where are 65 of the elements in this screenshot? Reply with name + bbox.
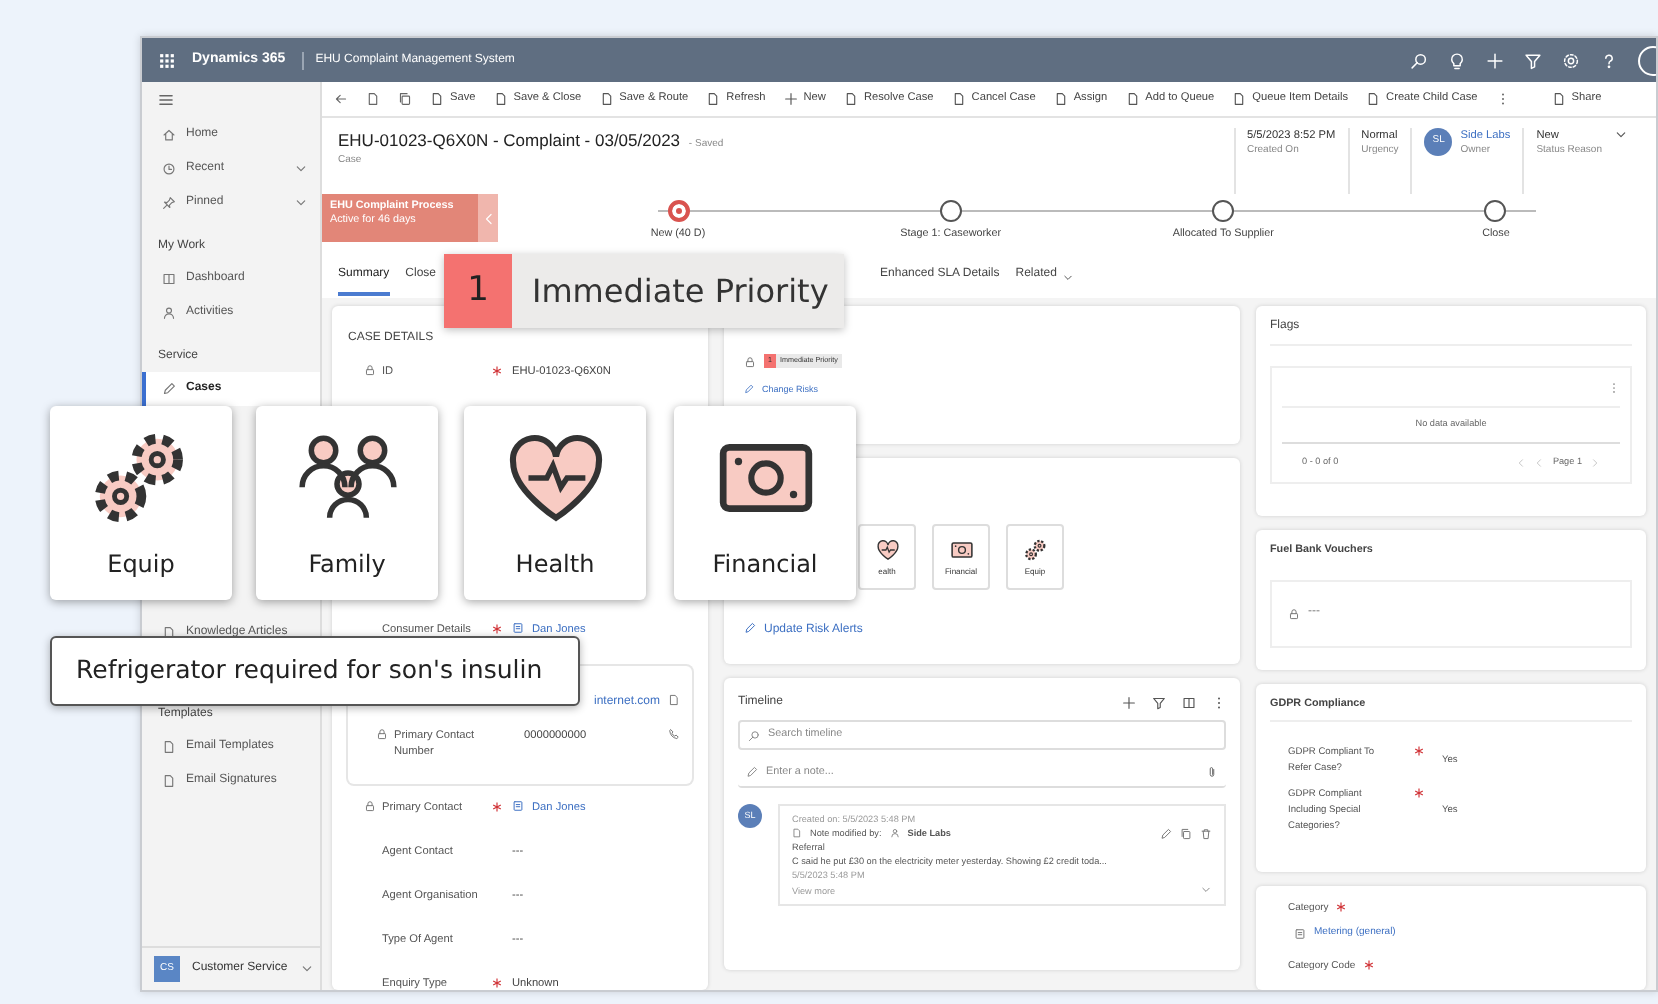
lock-icon <box>744 355 756 368</box>
banknote-icon <box>949 537 973 561</box>
columns-icon[interactable] <box>1182 696 1196 710</box>
document-icon <box>1232 91 1247 106</box>
chevron-down-icon <box>294 196 308 210</box>
pencil-icon[interactable] <box>744 622 756 634</box>
chevron-down-icon[interactable] <box>1614 128 1628 142</box>
document-icon <box>599 91 614 106</box>
document-icon <box>792 828 802 839</box>
record-icon <box>1294 927 1306 940</box>
plus-icon[interactable] <box>1122 696 1136 710</box>
chevron-down-icon[interactable] <box>1062 272 1075 284</box>
help-icon[interactable] <box>1600 51 1618 69</box>
document-icon <box>162 774 176 788</box>
pencil-icon <box>746 766 758 778</box>
lock-icon <box>376 728 388 740</box>
alert-card[interactable]: Health <box>464 406 646 600</box>
lock-icon <box>1288 607 1300 619</box>
columns-icon <box>162 272 176 286</box>
pencil-icon[interactable] <box>1160 827 1172 840</box>
priority-callout: 1 Immediate Priority <box>444 254 844 328</box>
phone-icon[interactable] <box>668 728 680 740</box>
lightbulb-icon[interactable] <box>1448 51 1466 69</box>
document-icon <box>1551 91 1566 106</box>
app-launcher-icon[interactable] <box>158 51 176 69</box>
alert-card[interactable]: Equip <box>50 406 232 600</box>
record-icon <box>512 622 524 634</box>
pencil-icon <box>162 382 176 396</box>
document-icon[interactable] <box>366 92 380 106</box>
alert-card[interactable]: Family <box>256 406 438 600</box>
back-arrow-icon[interactable] <box>334 92 348 106</box>
document-icon <box>1366 91 1381 106</box>
document-icon <box>430 91 444 106</box>
document-icon <box>951 91 966 106</box>
chevron-down-icon[interactable] <box>299 962 314 976</box>
person-icon <box>889 828 900 839</box>
document-icon <box>162 740 176 754</box>
settings-icon[interactable] <box>1562 51 1580 69</box>
document-icon <box>1125 91 1140 106</box>
copy-icon[interactable] <box>398 92 412 106</box>
trash-icon[interactable] <box>1200 827 1212 840</box>
heart-icon <box>875 537 899 561</box>
filter-icon[interactable] <box>1152 696 1166 710</box>
copy-icon[interactable] <box>1180 827 1192 840</box>
document-icon <box>493 91 508 106</box>
gears-icon <box>1023 537 1047 561</box>
alert-card[interactable]: Financial <box>674 406 856 600</box>
document-icon <box>1053 91 1068 106</box>
record-icon <box>512 800 524 812</box>
chevron-down-icon <box>294 162 308 176</box>
paperclip-icon[interactable] <box>1206 766 1218 778</box>
pencil-icon[interactable] <box>744 384 754 395</box>
search-icon[interactable] <box>1410 51 1428 69</box>
document-icon <box>843 91 858 106</box>
menu-icon[interactable] <box>158 92 174 108</box>
pin-icon <box>162 196 176 210</box>
clock-icon <box>162 162 176 176</box>
record-title: EHU-01023-Q6X0N - Complaint - 03/05/2023 <box>338 130 681 150</box>
search-icon <box>748 729 760 741</box>
plus-icon <box>783 91 798 106</box>
tooltip: Refrigerator required for son's insulin <box>50 636 580 706</box>
person-icon <box>162 306 176 320</box>
document-icon <box>706 91 721 106</box>
home-icon <box>162 128 176 142</box>
document-icon[interactable] <box>668 694 680 706</box>
